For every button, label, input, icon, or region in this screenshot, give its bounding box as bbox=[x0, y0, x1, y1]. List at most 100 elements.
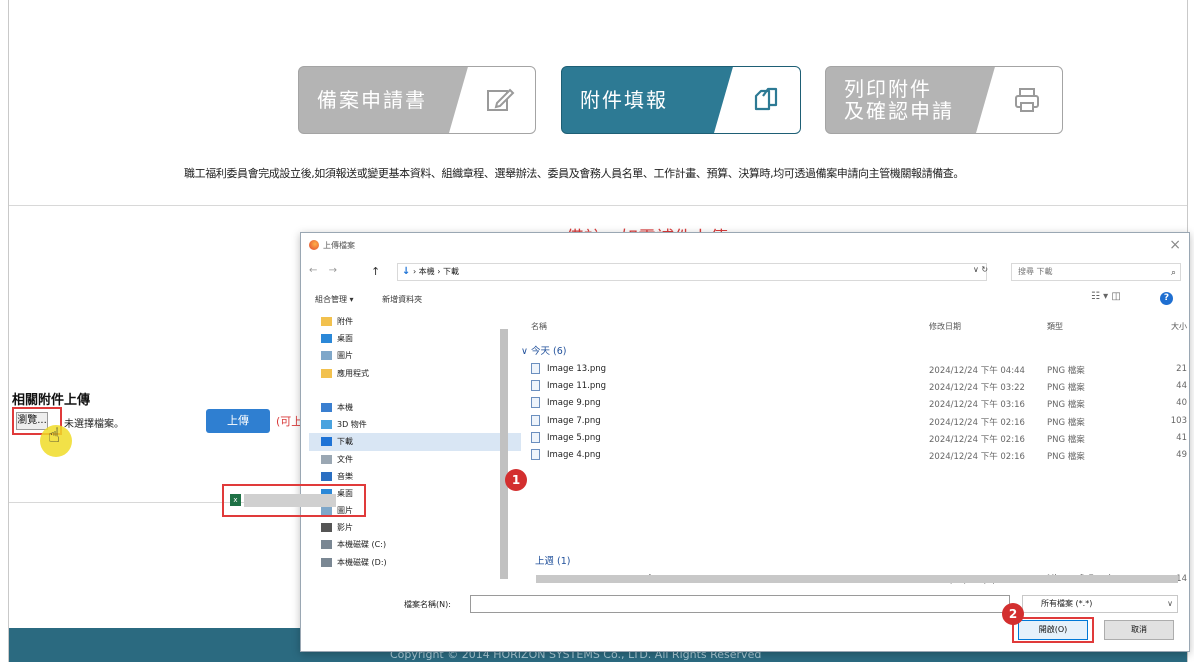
firefox-icon bbox=[309, 240, 319, 250]
png-file-icon bbox=[531, 449, 540, 460]
sidebar-item[interactable]: 影片 bbox=[309, 519, 521, 536]
column-name[interactable]: 名稱 bbox=[531, 321, 547, 332]
music-icon bbox=[321, 471, 332, 481]
new-folder-button[interactable]: 新增資料夾 bbox=[382, 295, 422, 304]
file-size: 40 bbox=[1176, 398, 1187, 409]
folder-icon bbox=[321, 368, 332, 378]
browse-button[interactable]: 瀏覽... bbox=[16, 412, 48, 430]
excel-file-icon: x bbox=[230, 494, 241, 506]
pictures-icon bbox=[321, 351, 332, 361]
file-row[interactable]: Image 5.png 2024/12/24 下午 02:16 PNG 檔案 41 bbox=[523, 430, 1187, 447]
up-arrow-icon[interactable]: ↑ bbox=[371, 265, 380, 278]
sidebar-item[interactable]: 音樂 bbox=[309, 468, 521, 485]
address-path: › 本機 › 下載 bbox=[412, 267, 459, 276]
sidebar-item[interactable]: 附件 bbox=[309, 313, 521, 330]
horizontal-scrollbar[interactable] bbox=[510, 573, 1186, 585]
file-type: PNG 檔案 bbox=[1047, 452, 1085, 462]
sidebar-item[interactable]: 3D 物件 bbox=[309, 416, 521, 433]
notice-text: 職工福利委員會完成設立後,如須報送或變更基本資料、組織章程、選舉辦法、委員及會務… bbox=[184, 167, 964, 180]
back-arrow-icon[interactable]: ← bbox=[309, 265, 317, 276]
view-options-icon[interactable]: ☷ ▾ ◫ bbox=[1091, 291, 1121, 302]
file-list: 名稱 修改日期 類型 大小 ∨ 今天 (6) Image 13.png 2024/… bbox=[521, 313, 1187, 586]
file-size: 41 bbox=[1176, 432, 1187, 443]
sidebar-item-label: 本機磁碟 (C:) bbox=[337, 540, 387, 550]
sidebar-item[interactable]: 本機 bbox=[309, 399, 521, 416]
step-label: 列印附件 及確認申請 bbox=[844, 77, 954, 123]
file-size: 103 bbox=[1170, 415, 1187, 426]
file-name: Image 9.png bbox=[547, 398, 601, 409]
help-icon[interactable]: ? bbox=[1160, 292, 1173, 305]
step-attachment-filing[interactable]: 附件填報 bbox=[561, 66, 801, 134]
step-label: 附件填報 bbox=[580, 88, 668, 112]
file-type: PNG 檔案 bbox=[1047, 366, 1085, 376]
upload-button[interactable]: 上傳 bbox=[206, 409, 270, 433]
sidebar-scrollbar[interactable] bbox=[497, 313, 511, 583]
organize-menu[interactable]: 組合管理 ▾ bbox=[315, 295, 354, 304]
close-icon[interactable]: × bbox=[1169, 237, 1181, 253]
file-modified: 2024/12/24 下午 02:16 bbox=[929, 434, 1025, 445]
redacted-filename bbox=[244, 494, 336, 507]
address-bar[interactable]: ↓ › 本機 › 下載 bbox=[397, 263, 987, 281]
step-application-form[interactable]: 備案申請書 bbox=[298, 66, 536, 134]
sidebar-item-label: 影片 bbox=[337, 523, 353, 533]
sidebar-item[interactable]: 本機磁碟 (C:) bbox=[309, 536, 521, 553]
file-modified: 2024/12/24 下午 02:16 bbox=[929, 417, 1025, 428]
file-name: Image 11.png bbox=[547, 381, 607, 392]
file-type: PNG 檔案 bbox=[1047, 434, 1085, 445]
filename-input[interactable] bbox=[470, 595, 1010, 613]
search-icon: ⌕ bbox=[1170, 268, 1176, 278]
sidebar-item[interactable]: 下載 bbox=[309, 433, 521, 451]
cancel-button[interactable]: 取消 bbox=[1104, 620, 1174, 640]
sidebar-item-label: 應用程式 bbox=[337, 368, 369, 378]
drive-icon bbox=[321, 540, 332, 550]
sidebar-item[interactable]: 文件 bbox=[309, 451, 521, 468]
dialog-title: 上傳檔案 bbox=[309, 240, 355, 251]
column-size[interactable]: 大小 bbox=[1171, 321, 1187, 332]
file-row[interactable]: Image 4.png 2024/12/24 下午 02:16 PNG 檔案 49 bbox=[523, 447, 1187, 464]
sidebar-item[interactable]: 應用程式 bbox=[309, 365, 521, 382]
file-row[interactable]: Image 11.png 2024/12/24 下午 03:22 PNG 檔案 44 bbox=[523, 378, 1187, 395]
sidebar-item[interactable]: 圖片 bbox=[309, 347, 521, 364]
file-row[interactable]: Image 7.png 2024/12/24 下午 02:16 PNG 檔案 103 bbox=[523, 413, 1187, 430]
column-modified[interactable]: 修改日期 bbox=[929, 321, 961, 332]
file-size: 49 bbox=[1176, 450, 1187, 460]
file-name: Image 13.png bbox=[547, 364, 607, 374]
no-file-selected-text: 未選擇檔案。 bbox=[64, 419, 124, 430]
file-modified: 2024/12/24 下午 03:16 bbox=[929, 400, 1025, 411]
png-file-icon bbox=[531, 414, 540, 426]
desktop-icon bbox=[321, 334, 332, 344]
sidebar-item[interactable]: 本機磁碟 (D:) bbox=[309, 554, 521, 571]
file-modified: 2024/12/24 下午 04:44 bbox=[929, 366, 1025, 376]
file-modified: 2024/12/24 下午 03:22 bbox=[929, 383, 1025, 394]
file-name: Image 5.png bbox=[547, 432, 601, 443]
sidebar-item[interactable] bbox=[309, 382, 521, 399]
chevron-down-icon: ∨ bbox=[1167, 599, 1173, 608]
document-icon bbox=[321, 454, 332, 464]
group-today[interactable]: ∨ 今天 (6) bbox=[521, 343, 566, 357]
navigation-pane: 附件 桌面 圖片 應用程式 本機 3D 物件 下載 文件 音樂 桌面 圖片 影片 本機磁碟 (C:) 本機… bbox=[309, 313, 521, 589]
file-modified: 2024/12/24 下午 02:16 bbox=[929, 452, 1025, 462]
sidebar-item-label: 下載 bbox=[337, 437, 353, 447]
search-input[interactable]: 搜尋 下載 ⌕ bbox=[1011, 263, 1181, 281]
step-print-confirm[interactable]: 列印附件 及確認申請 bbox=[825, 66, 1063, 134]
group-last-week[interactable]: 上週 (1) bbox=[535, 553, 570, 567]
file-type: PNG 檔案 bbox=[1047, 417, 1085, 428]
filetype-select[interactable]: 所有檔案 (*.*) ∨ bbox=[1022, 595, 1178, 613]
attachment-upload-title: 相關附件上傳 bbox=[12, 393, 91, 408]
divider bbox=[9, 205, 1187, 206]
file-type: PNG 檔案 bbox=[1047, 400, 1085, 411]
drive-icon bbox=[321, 557, 332, 567]
computer-icon bbox=[321, 402, 332, 412]
file-row[interactable]: Image 13.png 2024/12/24 下午 04:44 PNG 檔案 21 bbox=[523, 361, 1187, 378]
open-button[interactable]: 開啟(O) bbox=[1018, 620, 1088, 640]
upload-hint: (可上 bbox=[276, 415, 303, 428]
sidebar-item-label: 音樂 bbox=[337, 471, 353, 481]
refresh-icon[interactable]: ∨ ↻ bbox=[973, 265, 988, 274]
column-type[interactable]: 類型 bbox=[1047, 321, 1063, 332]
sidebar-item[interactable]: 桌面 bbox=[309, 330, 521, 347]
folder-icon bbox=[321, 317, 332, 326]
forward-arrow-icon[interactable]: → bbox=[329, 265, 337, 276]
file-row[interactable]: Image 9.png 2024/12/24 下午 03:16 PNG 檔案 40 bbox=[523, 395, 1187, 412]
filename-label: 檔案名稱(N): bbox=[404, 600, 451, 609]
